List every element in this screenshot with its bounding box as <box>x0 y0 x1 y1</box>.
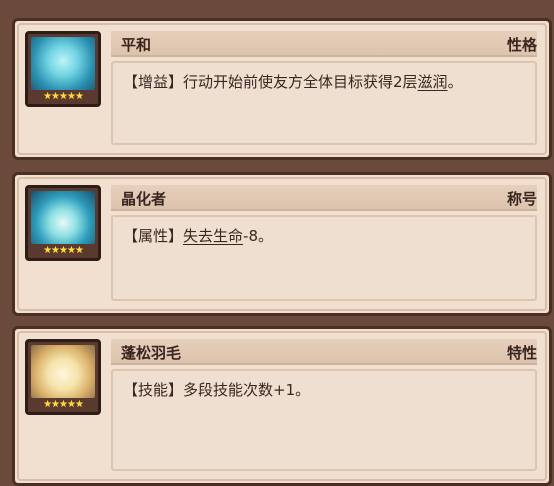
card-description: 【属性】失去生命-8。 <box>111 215 537 301</box>
card-header: 平和 性格 <box>111 31 537 57</box>
description-text: 【增益】行动开始前使友方全体目标获得2层滋润。 <box>123 73 463 91</box>
character-portrait: ★★★★★ <box>25 185 101 261</box>
trait-card-title[interactable]: ★★★★★ 晶化者 称号 【属性】失去生命-8。 <box>12 172 552 316</box>
card-category: 称号 <box>506 190 537 208</box>
description-text: 【技能】多段技能次数+1。 <box>123 381 311 399</box>
card-name: 晶化者 <box>121 190 167 208</box>
card-category: 性格 <box>506 36 537 54</box>
card-description: 【技能】多段技能次数+1。 <box>111 369 537 471</box>
portrait-art <box>31 37 95 90</box>
card-header: 蓬松羽毛 特性 <box>111 339 537 365</box>
keyword-link[interactable]: 失去生命 <box>183 227 243 245</box>
card-name: 平和 <box>121 36 152 54</box>
trait-card-feature[interactable]: ★★★★★ 蓬松羽毛 特性 【技能】多段技能次数+1。 <box>12 326 552 486</box>
rarity-stars: ★★★★★ <box>43 245 84 256</box>
portrait-art <box>31 191 95 244</box>
character-portrait: ★★★★★ <box>25 339 101 415</box>
card-description: 【增益】行动开始前使友方全体目标获得2层滋润。 <box>111 61 537 145</box>
rarity-stars: ★★★★★ <box>43 399 84 410</box>
trait-card-personality[interactable]: ★★★★★ 平和 性格 【增益】行动开始前使友方全体目标获得2层滋润。 <box>12 18 552 160</box>
portrait-art <box>31 345 95 398</box>
keyword-link[interactable]: 滋润 <box>418 73 448 91</box>
rarity-stars: ★★★★★ <box>43 91 84 102</box>
card-name: 蓬松羽毛 <box>121 344 182 362</box>
card-category: 特性 <box>506 344 537 362</box>
card-header: 晶化者 称号 <box>111 185 537 211</box>
character-portrait: ★★★★★ <box>25 31 101 107</box>
description-text: 【属性】失去生命-8。 <box>123 227 273 245</box>
